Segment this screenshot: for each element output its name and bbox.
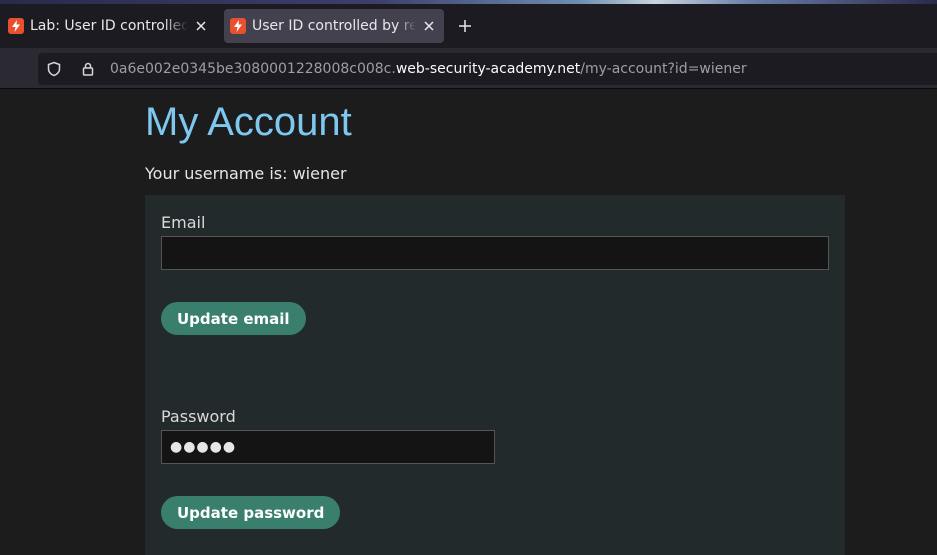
close-icon[interactable] bbox=[192, 17, 210, 35]
password-field[interactable]: ●●●●● bbox=[161, 430, 495, 464]
update-password-button[interactable]: Update password bbox=[161, 496, 341, 529]
tab-bar: Lab: User ID controlled by request param… bbox=[0, 4, 937, 48]
password-label: Password bbox=[161, 407, 236, 426]
plus-icon bbox=[459, 20, 471, 32]
shield-icon[interactable] bbox=[44, 59, 64, 79]
new-tab-button[interactable] bbox=[452, 13, 478, 39]
email-field[interactable] bbox=[161, 236, 829, 270]
tab-title: User ID controlled by request parameter bbox=[252, 18, 416, 34]
tab-my-account[interactable]: User ID controlled by request parameter bbox=[224, 9, 444, 43]
lightning-icon bbox=[8, 18, 24, 34]
tab-lab[interactable]: Lab: User ID controlled by request param… bbox=[2, 9, 216, 43]
lightning-icon bbox=[230, 18, 246, 34]
tab-title: Lab: User ID controlled by request param… bbox=[30, 18, 188, 34]
account-form-panel: Email Update email Password ●●●●● Update… bbox=[145, 195, 845, 555]
lock-icon[interactable] bbox=[78, 59, 98, 79]
url-text[interactable]: 0a6e002e0345be3080001228008c008c.web-sec… bbox=[110, 61, 747, 77]
page-content: My Account Your username is: wiener Emai… bbox=[0, 89, 937, 555]
navigation-bar: 0a6e002e0345be3080001228008c008c.web-sec… bbox=[0, 48, 937, 89]
username-text: Your username is: wiener bbox=[145, 164, 347, 183]
url-subdomain: 0a6e002e0345be3080001228008c008c. bbox=[110, 61, 396, 77]
email-label: Email bbox=[161, 213, 206, 232]
address-bar[interactable]: 0a6e002e0345be3080001228008c008c.web-sec… bbox=[38, 53, 937, 85]
url-path: /my-account?id=wiener bbox=[580, 61, 747, 77]
update-email-button[interactable]: Update email bbox=[161, 302, 306, 335]
page-title: My Account bbox=[145, 100, 352, 144]
url-domain: web-security-academy.net bbox=[395, 61, 581, 77]
close-icon[interactable] bbox=[420, 17, 438, 35]
